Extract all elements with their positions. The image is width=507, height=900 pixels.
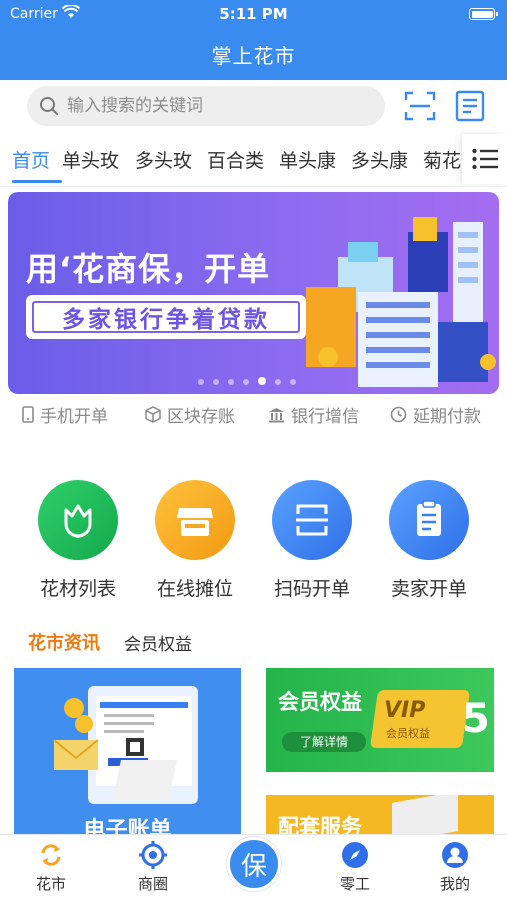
tabbar-gig-work[interactable]: 零工 — [320, 841, 390, 894]
tabs-divider — [0, 186, 507, 187]
quick-label: 花材列表 — [39, 578, 116, 600]
banner-slogan-box: 多家银行争着贷款 — [26, 295, 306, 339]
tabbar-label: 我的 — [439, 875, 470, 893]
document-list-icon[interactable] — [455, 90, 485, 122]
search-input[interactable] — [67, 86, 367, 126]
phone-icon — [22, 406, 34, 423]
compass-icon — [342, 842, 368, 868]
bank-icon — [269, 407, 284, 422]
quick-label: 卖家开单 — [390, 578, 467, 600]
services-illustration — [392, 795, 458, 838]
clock-icon — [390, 406, 407, 423]
quick-label: 扫码开单 — [273, 578, 350, 600]
quick-flower-list[interactable]: 花材列表 — [23, 480, 133, 601]
member-card-title: 会员权益 — [278, 690, 362, 714]
quick-online-stall[interactable]: 在线摊位 — [140, 480, 250, 601]
vip-label: VIP — [384, 698, 426, 723]
supporting-services-card[interactable]: 配套服务 — [266, 795, 494, 838]
learn-more-button[interactable]: 了解详情 — [282, 732, 366, 752]
refresh-icon — [41, 844, 61, 866]
promo-banner[interactable]: 用‘花商保，开单 多家银行争着贷款 — [8, 192, 499, 394]
carousel-dot[interactable] — [290, 379, 296, 385]
member-benefits-card[interactable]: 会员权益 了解详情 VIP 会员权益 5 — [266, 668, 494, 772]
menu-icon — [472, 148, 498, 170]
clipboard-icon — [389, 480, 469, 560]
feature-label: 手机开单 — [40, 407, 108, 427]
category-menu-button[interactable] — [462, 134, 507, 184]
banner-slogan-main: 用‘花商保，开单 — [26, 250, 271, 288]
feature-strip: 手机开单 区块存账 银行增信 延期付款 — [0, 402, 507, 427]
user-icon — [442, 842, 468, 868]
tab-single-carnation[interactable]: 单头康 — [279, 146, 336, 173]
scan-icon[interactable] — [404, 90, 436, 122]
quick-label: 在线摊位 — [156, 578, 233, 600]
app-title: 掌上花市 — [211, 44, 296, 68]
flower-icon — [38, 480, 118, 560]
tab-chrysanthemum[interactable]: 菊花 — [423, 146, 461, 173]
tabbar-label: 商圈 — [137, 875, 168, 893]
tabbar-mine[interactable]: 我的 — [420, 841, 490, 894]
tab-lily[interactable]: 百合类 — [207, 146, 264, 173]
tab-single-rose[interactable]: 单头玫 — [62, 146, 119, 173]
stall-icon — [155, 480, 235, 560]
quick-scan-order[interactable]: 扫码开单 — [257, 480, 367, 601]
tab-member-benefits[interactable]: 会员权益 — [124, 630, 192, 655]
tabbar-business-circle[interactable]: 商圈 — [118, 841, 188, 894]
city-illustration — [306, 217, 496, 387]
feature-mobile: 手机开单 — [22, 402, 108, 427]
cube-icon — [145, 406, 161, 423]
carousel-dot[interactable] — [228, 379, 234, 385]
search-bar[interactable] — [27, 86, 385, 126]
e-bill-card[interactable]: 电子账单 — [14, 668, 241, 838]
feature-label: 延期付款 — [413, 407, 481, 427]
member-big-number: 5 — [462, 696, 490, 742]
tab-multi-rose[interactable]: 多头玫 — [135, 146, 192, 173]
tab-market-news[interactable]: 花市资讯 — [28, 633, 100, 654]
banner-slogan-sub: 多家银行争着贷款 — [32, 301, 300, 333]
feature-label: 银行增信 — [291, 407, 359, 427]
tab-home[interactable]: 首页 — [12, 146, 50, 173]
clock: 5:11 PM — [219, 5, 288, 23]
carousel-dot[interactable] — [213, 379, 219, 385]
quick-seller-order[interactable]: 卖家开单 — [374, 480, 484, 601]
feature-bank-credit: 银行增信 — [268, 402, 359, 427]
carousel-dot-active[interactable] — [258, 377, 266, 385]
carousel-dot[interactable] — [198, 379, 204, 385]
carousel-dot[interactable] — [275, 379, 281, 385]
scan-icon — [272, 480, 352, 560]
feature-blockchain: 区块存账 — [145, 402, 235, 427]
tab-multi-carnation[interactable]: 多头康 — [351, 146, 408, 173]
carousel-dots — [198, 370, 305, 385]
carousel-dot[interactable] — [243, 379, 249, 385]
battery-icon — [469, 8, 498, 20]
search-icon — [40, 97, 58, 115]
vip-sub-label: 会员权益 — [386, 727, 430, 740]
status-bar: Carrier 5:11 PM — [0, 0, 507, 28]
tabbar-label: 花市 — [35, 875, 66, 893]
tabbar-label: 零工 — [339, 875, 370, 893]
target-icon — [139, 841, 167, 869]
news-header: 花市资讯 会员权益 — [28, 629, 192, 655]
e-bill-illustration — [53, 686, 198, 804]
tabbar-flower-market[interactable]: 花市 — [16, 841, 86, 894]
feature-label: 区块存账 — [167, 407, 235, 427]
category-tabs: 首页 单头玫 多头玫 百合类 单头康 多头康 菊花 — [0, 138, 462, 182]
feature-deferred-payment: 延期付款 — [390, 402, 481, 427]
tabbar-center-button[interactable]: 保 — [227, 837, 281, 891]
active-tab-indicator — [12, 180, 62, 183]
